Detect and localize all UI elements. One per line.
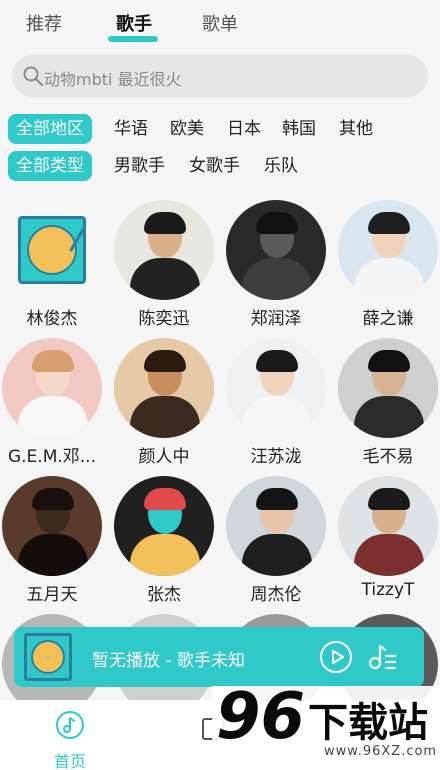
singer-avatar — [226, 476, 326, 576]
singer-avatar — [338, 338, 438, 438]
singer-avatar — [338, 200, 438, 300]
singer-name: 薛之谦 — [362, 309, 414, 329]
tab-playlists[interactable]: 歌单 — [202, 10, 238, 36]
watermark-url: www.96XZ.com — [324, 744, 438, 759]
playlist-icon — [368, 644, 397, 670]
singer-name: 林俊杰 — [26, 309, 78, 329]
singer-card[interactable]: G.E.M.邓... — [0, 338, 104, 478]
nav-home[interactable]: 首页 — [48, 710, 92, 770]
singer-card[interactable]: 张杰 — [112, 476, 216, 616]
singer-avatar — [2, 338, 102, 438]
chip-western[interactable]: 欧美 — [170, 114, 204, 144]
singer-name: 毛不易 — [362, 447, 414, 467]
singer-card[interactable]: 五月天 — [0, 476, 104, 616]
chip-korea[interactable]: 韩国 — [282, 114, 316, 144]
singer-name: TizzyT — [361, 580, 415, 600]
search-icon — [23, 66, 44, 87]
singer-name: 汪苏泷 — [250, 447, 302, 467]
tab-singers[interactable]: 歌手 — [116, 10, 152, 36]
chip-other[interactable]: 其他 — [339, 114, 373, 144]
singer-avatar — [226, 338, 326, 438]
chip-all-regions[interactable]: 全部地区 — [8, 114, 92, 144]
singer-card[interactable]: 汪苏泷 — [224, 338, 328, 478]
singer-avatar — [2, 476, 102, 576]
singer-name: 五月天 — [26, 585, 78, 605]
singer-avatar — [114, 338, 214, 438]
chip-female-singer[interactable]: 女歌手 — [189, 151, 240, 181]
singer-name: 颜人中 — [138, 447, 190, 467]
singer-name: 郑润泽 — [250, 309, 302, 329]
singer-card[interactable]: 郑润泽 — [224, 200, 328, 340]
site-watermark: 96 下载站 www.96XZ.com — [212, 680, 440, 770]
tab-recommend[interactable]: 推荐 — [26, 10, 62, 36]
nav-home-label: 首页 — [53, 752, 86, 770]
play-button[interactable] — [320, 641, 352, 673]
chip-male-singer[interactable]: 男歌手 — [114, 151, 165, 181]
top-tab-bar: 推荐 歌手 歌单 — [0, 0, 440, 48]
singer-avatar — [114, 476, 214, 576]
chip-japan[interactable]: 日本 — [227, 114, 261, 144]
chip-all-types[interactable]: 全部类型 — [8, 151, 92, 181]
singer-card[interactable]: 周杰伦 — [224, 476, 328, 616]
singer-avatar — [338, 476, 438, 576]
singer-name: 陈奕迅 — [138, 309, 190, 329]
chip-band[interactable]: 乐队 — [264, 151, 298, 181]
singer-avatar — [114, 200, 214, 300]
singer-card[interactable]: 毛不易 — [336, 338, 440, 478]
music-note-icon — [56, 711, 84, 739]
singer-card[interactable]: 陈奕迅 — [112, 200, 216, 340]
active-tab-indicator — [108, 36, 158, 42]
singer-card[interactable]: 颜人中 — [112, 338, 216, 478]
singer-name: 周杰伦 — [250, 585, 302, 605]
now-playing-text: 暂无播放 - 歌手未知 — [92, 651, 245, 671]
play-icon — [332, 650, 344, 664]
singer-card[interactable]: TizzyT — [336, 476, 440, 616]
singer-name: G.E.M.邓... — [7, 447, 96, 467]
turntable-icon — [2, 200, 102, 300]
singer-card[interactable]: 林俊杰 — [0, 200, 104, 340]
search-placeholder: 动物mbti 最近很火 — [44, 70, 182, 89]
watermark-number: 96 — [216, 680, 306, 754]
turntable-icon — [24, 633, 72, 681]
singer-card[interactable]: 薛之谦 — [336, 200, 440, 340]
mini-player[interactable]: 暂无播放 - 歌手未知 — [14, 627, 424, 687]
watermark-title: 下载站 — [308, 700, 428, 746]
search-input[interactable]: 动物mbti 最近很火 — [12, 55, 428, 97]
chip-chinese[interactable]: 华语 — [114, 114, 148, 144]
singer-avatar — [226, 200, 326, 300]
playlist-button[interactable] — [366, 641, 398, 673]
singer-name: 张杰 — [147, 585, 181, 605]
